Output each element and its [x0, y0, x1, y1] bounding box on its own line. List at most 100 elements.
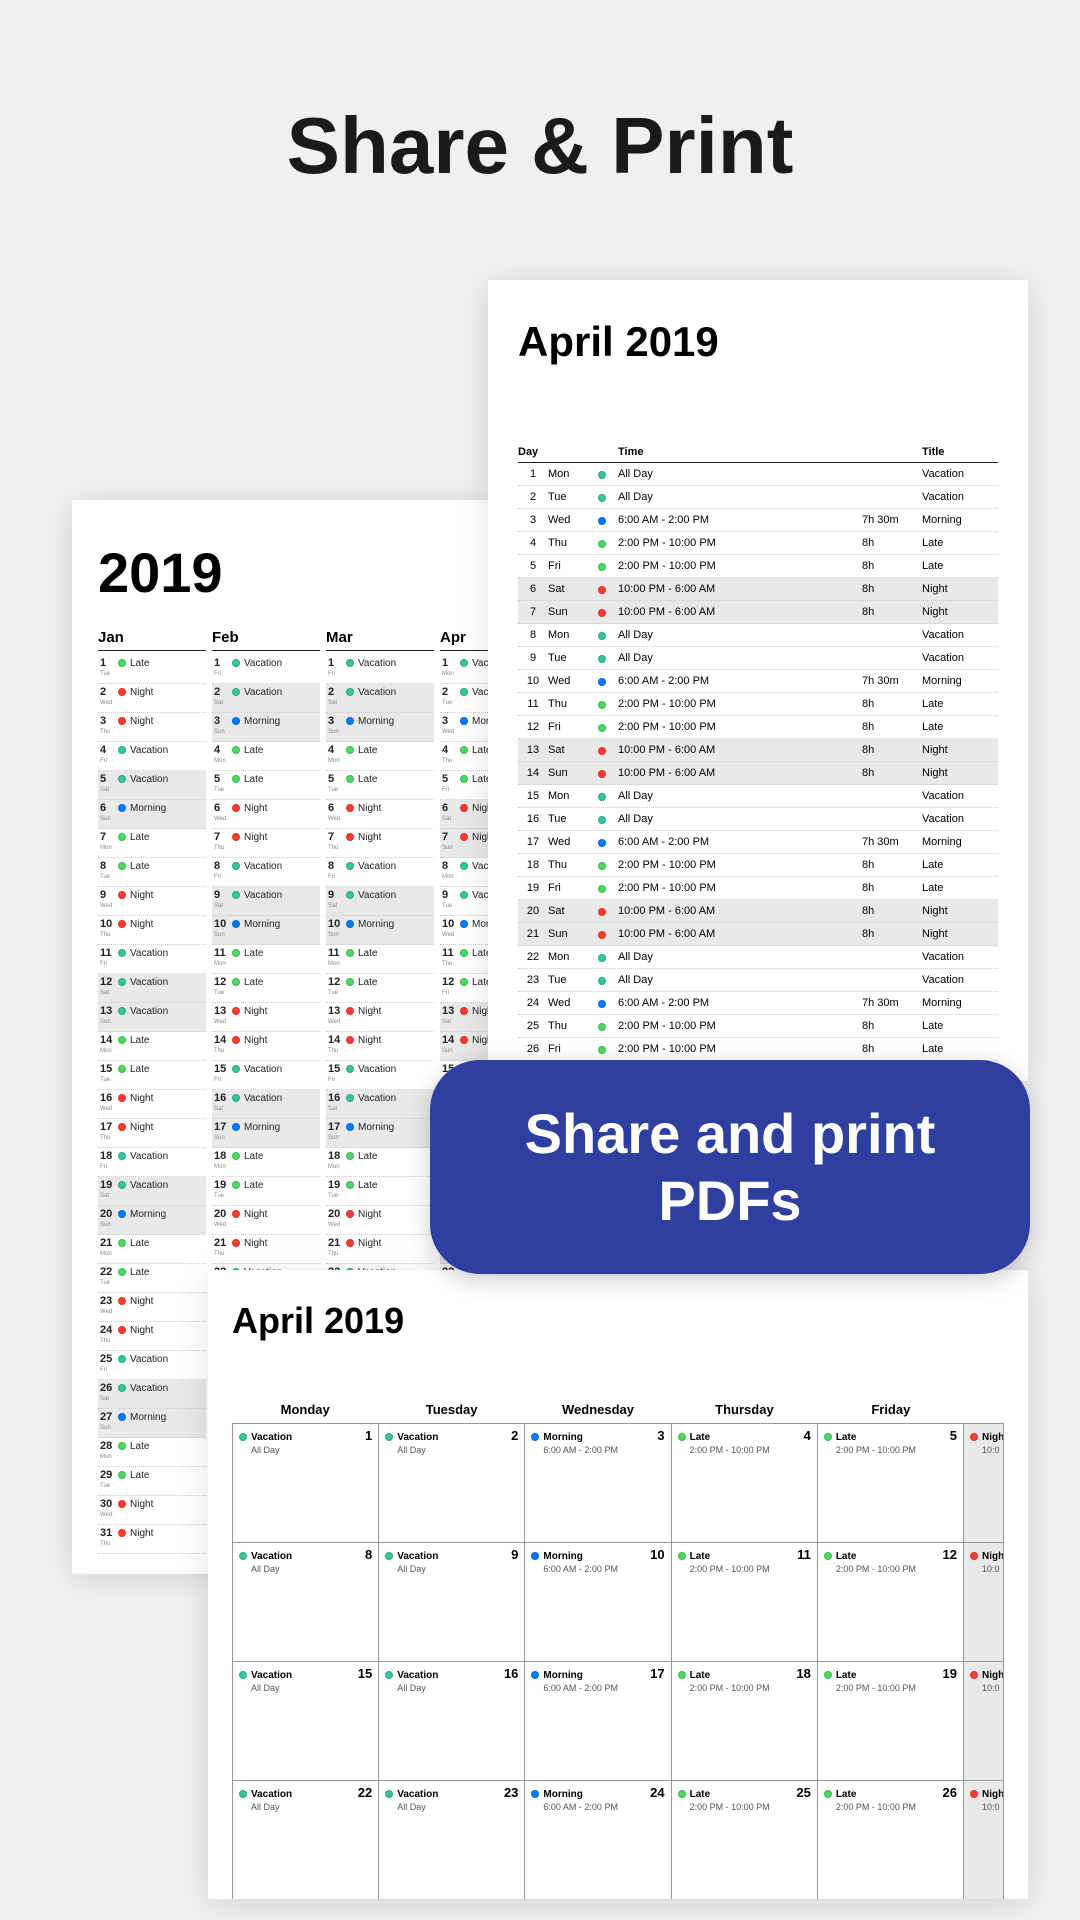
shift-dot-icon [460, 978, 468, 986]
year-day-row: 6SunMorning [98, 800, 206, 829]
cell-day: 10 [518, 675, 548, 687]
shift-label: Late [130, 861, 204, 872]
grid-shift-title: Vacation [397, 1432, 438, 1444]
cell-time: 10:00 PM - 6:00 AM [618, 905, 862, 917]
cell-time: All Day [618, 790, 862, 802]
day-number: 17Sun [328, 1122, 342, 1144]
day-number: 4Thu [442, 745, 456, 767]
shift-dot-icon [678, 1671, 686, 1679]
day-number: 4Mon [214, 745, 228, 767]
shift-dot-icon [346, 717, 354, 725]
shift-label: Night [358, 1006, 432, 1017]
cell-title: Vacation [922, 790, 998, 802]
shift-dot-icon [118, 833, 126, 841]
year-day-row: 14ThuNight [212, 1032, 320, 1061]
grid-shift-title: Morning [543, 1551, 618, 1563]
shift-dot-icon [598, 609, 606, 617]
grid-entry: Late2:00 PM - 10:00 PM [824, 1670, 957, 1694]
cell-time: 2:00 PM - 10:00 PM [618, 882, 862, 894]
grid-date: 12 [943, 1547, 957, 1562]
grid-entry: Morning6:00 AM - 2:00 PM [531, 1670, 664, 1694]
shift-label: Late [130, 1064, 204, 1075]
day-number: 6Wed [328, 803, 342, 825]
grid-week-row: 22VacationAll Day23VacationAll Day24Morn… [232, 1780, 1004, 1899]
year-day-row: 5SatVacation [98, 771, 206, 800]
day-number: 10Wed [442, 919, 456, 941]
shift-dot-icon [598, 563, 606, 571]
day-number: 26Sat [100, 1383, 114, 1405]
shift-dot-icon [232, 1007, 240, 1015]
shift-dot-icon [232, 746, 240, 754]
day-number: 11Mon [328, 948, 342, 970]
cell-time: 2:00 PM - 10:00 PM [618, 698, 862, 710]
cell-day: 16 [518, 813, 548, 825]
grid-day-cell: 12Late2:00 PM - 10:00 PM [818, 1543, 964, 1661]
grid-shift-title: Vacation [251, 1551, 292, 1563]
shift-label: Late [244, 1151, 318, 1162]
day-number: 3Wed [442, 716, 456, 738]
list-row: 5Fri2:00 PM - 10:00 PM8hLate [518, 555, 998, 578]
col-day: Day [518, 446, 548, 458]
year-day-row: 10SunMorning [326, 916, 434, 945]
shift-dot-icon [232, 1123, 240, 1131]
year-day-row: 11MonLate [212, 945, 320, 974]
cell-dow: Fri [548, 560, 598, 572]
cell-day: 13 [518, 744, 548, 756]
shift-label: Night [358, 832, 432, 843]
list-row: 20Sat10:00 PM - 6:00 AM8hNight [518, 900, 998, 923]
cell-duration: 8h [862, 905, 922, 917]
shift-dot-icon [598, 954, 606, 962]
cell-time: All Day [618, 468, 862, 480]
grid-shift-title: Nigh [982, 1789, 1004, 1801]
cell-dow: Thu [548, 537, 598, 549]
cell-dow: Mon [548, 951, 598, 963]
cell-time: 6:00 AM - 2:00 PM [618, 514, 862, 526]
shift-dot-icon [118, 1239, 126, 1247]
day-number: 1Fri [328, 658, 342, 680]
shift-dot-icon [346, 833, 354, 841]
day-number: 15Fri [214, 1064, 228, 1086]
year-day-row: 2SatVacation [326, 684, 434, 713]
shift-dot-icon [824, 1433, 832, 1441]
cell-title: Morning [922, 836, 998, 848]
cell-title: Vacation [922, 629, 998, 641]
shift-label: Night [130, 1528, 204, 1539]
year-day-row: 31ThuNight [98, 1525, 206, 1554]
grid-date: 24 [650, 1785, 664, 1800]
cell-day: 26 [518, 1043, 548, 1055]
shift-dot-icon [118, 1123, 126, 1131]
day-number: 2Tue [442, 687, 456, 709]
day-number: 20Wed [214, 1209, 228, 1231]
shift-dot-icon [598, 793, 606, 801]
shift-dot-icon [346, 1210, 354, 1218]
day-number: 2Wed [100, 687, 114, 709]
cell-title: Night [922, 744, 998, 756]
grid-day-cell: 10Morning6:00 AM - 2:00 PM [525, 1543, 671, 1661]
grid-day-cell: 25Late2:00 PM - 10:00 PM [672, 1781, 818, 1899]
grid-day-cell: 1VacationAll Day [232, 1424, 379, 1542]
year-day-row: 12TueLate [212, 974, 320, 1003]
month-list-pdf-sheet: April 2019 Day Time Title 1MonAll DayVac… [488, 280, 1028, 1081]
cell-day: 2 [518, 491, 548, 503]
year-day-row: 8FriVacation [212, 858, 320, 887]
list-row: 8MonAll DayVacation [518, 624, 998, 647]
shift-label: Night [244, 832, 318, 843]
shift-dot-icon [118, 1297, 126, 1305]
shift-dot-icon [460, 775, 468, 783]
shift-dot-icon [118, 1210, 126, 1218]
shift-dot-icon [118, 1094, 126, 1102]
cell-time: 6:00 AM - 2:00 PM [618, 836, 862, 848]
day-number: 19Tue [328, 1180, 342, 1202]
grid-entry: VacationAll Day [385, 1432, 518, 1456]
grid-entry: Nigh10:0 [970, 1432, 997, 1456]
cell-duration: 8h [862, 560, 922, 572]
list-row: 7Sun10:00 PM - 6:00 AM8hNight [518, 601, 998, 624]
day-number: 12Tue [214, 977, 228, 999]
shift-dot-icon [239, 1433, 247, 1441]
year-day-row: 3SunMorning [212, 713, 320, 742]
weekday-header: MondayTuesdayWednesdayThursdayFriday [232, 1402, 1004, 1423]
month-grid-pdf-sheet: April 2019 MondayTuesdayWednesdayThursda… [208, 1270, 1028, 1899]
shift-label: Vacation [244, 658, 318, 669]
shift-label: Night [130, 890, 204, 901]
cell-title: Late [922, 537, 998, 549]
